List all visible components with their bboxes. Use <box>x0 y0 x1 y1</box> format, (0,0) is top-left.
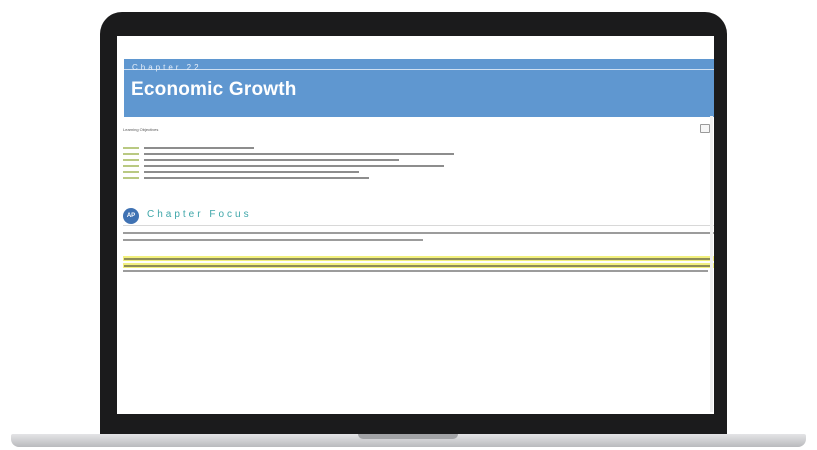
learning-objectives-list <box>123 145 683 181</box>
scrollbar[interactable] <box>710 116 713 412</box>
laptop-notch <box>358 434 458 439</box>
objective-code <box>123 153 139 155</box>
banner-divider <box>124 69 714 70</box>
objective-text <box>144 171 359 173</box>
objective-text <box>144 153 454 155</box>
focus-paragraph-2 <box>123 256 714 277</box>
focus-divider <box>123 225 714 226</box>
text-line <box>124 257 713 260</box>
text-line <box>123 270 708 272</box>
objective-code <box>123 171 139 173</box>
chapter-label: Chapter 22 <box>132 63 202 72</box>
objective-code <box>123 177 139 179</box>
objective-code <box>123 159 139 161</box>
objective-text <box>144 147 254 149</box>
text-line <box>123 232 714 234</box>
objective-text <box>144 165 444 167</box>
learning-objectives-heading: Learning Objectives <box>123 127 159 132</box>
chapter-title: Economic Growth <box>131 79 297 100</box>
objective-text <box>144 159 399 161</box>
learning-objectives-icon[interactable] <box>700 124 710 133</box>
objective-code <box>123 165 139 167</box>
highlighted-text-line <box>123 256 714 261</box>
text-line <box>123 239 423 241</box>
objective-code <box>123 147 139 149</box>
ap-badge-icon: AP <box>123 208 139 224</box>
laptop-screen: Chapter 22 Economic Growth Learning Obje… <box>117 36 714 414</box>
chapter-banner: Chapter 22 Economic Growth <box>124 59 714 117</box>
chapter-focus-title: Chapter Focus <box>147 209 252 220</box>
objective-text <box>144 177 369 179</box>
text-line <box>124 264 713 267</box>
focus-paragraph-1 <box>123 232 714 246</box>
learning-objective-item <box>123 175 683 181</box>
highlighted-text-line <box>123 263 714 268</box>
